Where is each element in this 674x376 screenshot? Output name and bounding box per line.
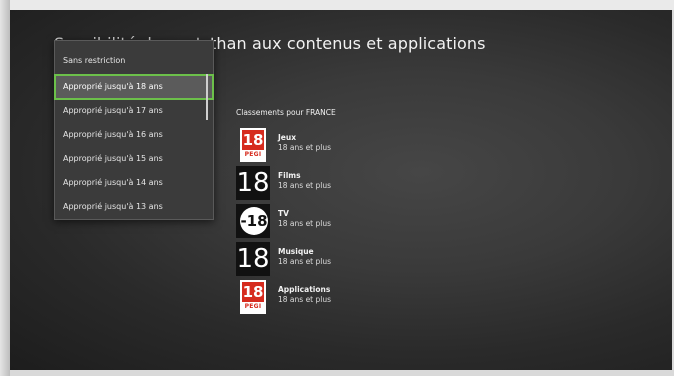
pegi-18-icon: 18 PEGI xyxy=(236,280,270,314)
rating-name: Films xyxy=(278,171,301,180)
rating-desc: 18 ans et plus xyxy=(278,219,332,228)
dropdown-item-label: Approprié jusqu'à 17 ans xyxy=(63,106,163,115)
dropdown-item-0[interactable]: Sans restriction xyxy=(55,49,213,73)
rating-row-jeux: 18 PEGI Jeux 18 ans et plus xyxy=(236,128,436,162)
dropdown-item-3[interactable]: Approprié jusqu'à 16 ans xyxy=(55,123,213,147)
rating-desc: 18 ans et plus xyxy=(278,295,332,304)
window-frame-top xyxy=(0,0,674,10)
dropdown-item-label: Approprié jusqu'à 15 ans xyxy=(63,154,163,163)
dropdown-scrollbar[interactable] xyxy=(206,74,208,120)
dropdown-item-label: Approprié jusqu'à 16 ans xyxy=(63,130,163,139)
ratings-header: Classements pour FRANCE xyxy=(236,108,336,117)
dropdown-item-label: Approprié jusqu'à 13 ans xyxy=(63,202,163,211)
dropdown-item-label: Sans restriction xyxy=(63,56,126,65)
dropdown-item-2[interactable]: Approprié jusqu'à 17 ans xyxy=(55,99,213,123)
dropdown-item-5[interactable]: Approprié jusqu'à 14 ans xyxy=(55,171,213,195)
dropdown-item-label: Approprié jusqu'à 18 ans xyxy=(63,82,163,91)
tv-screen: Sensibilité du contenu than aux contenus… xyxy=(10,10,672,370)
rating-row-applications: 18 PEGI Applications 18 ans et plus xyxy=(236,280,436,314)
dropdown-item-6[interactable]: Approprié jusqu'à 13 ans xyxy=(55,195,213,219)
music-18-icon: 18 xyxy=(236,242,270,276)
rating-name: Musique xyxy=(278,247,314,256)
dropdown-item-label: Approprié jusqu'à 14 ans xyxy=(63,178,163,187)
rating-name: TV xyxy=(278,209,289,218)
rating-row-musique: 18 Musique 18 ans et plus xyxy=(236,242,436,276)
rating-row-films: 18 Films 18 ans et plus xyxy=(236,166,436,200)
film-18-icon: 18 xyxy=(236,166,270,200)
window-frame-left xyxy=(0,0,10,376)
pegi-18-icon: 18 PEGI xyxy=(236,128,270,162)
dropdown-item-1[interactable]: Approprié jusqu'à 18 ans xyxy=(54,74,214,100)
rating-name: Applications xyxy=(278,285,331,294)
rating-desc: 18 ans et plus xyxy=(278,181,332,190)
age-restriction-dropdown[interactable]: Sans restriction Approprié jusqu'à 18 an… xyxy=(54,40,214,220)
page-title: than aux contenus et applications xyxy=(210,34,486,53)
rating-row-tv: -18 TV 18 ans et plus xyxy=(236,204,436,238)
dropdown-item-4[interactable]: Approprié jusqu'à 15 ans xyxy=(55,147,213,171)
tv-minus18-icon: -18 xyxy=(236,204,270,238)
rating-desc: 18 ans et plus xyxy=(278,143,332,152)
rating-desc: 18 ans et plus xyxy=(278,257,332,266)
rating-name: Jeux xyxy=(278,133,297,142)
